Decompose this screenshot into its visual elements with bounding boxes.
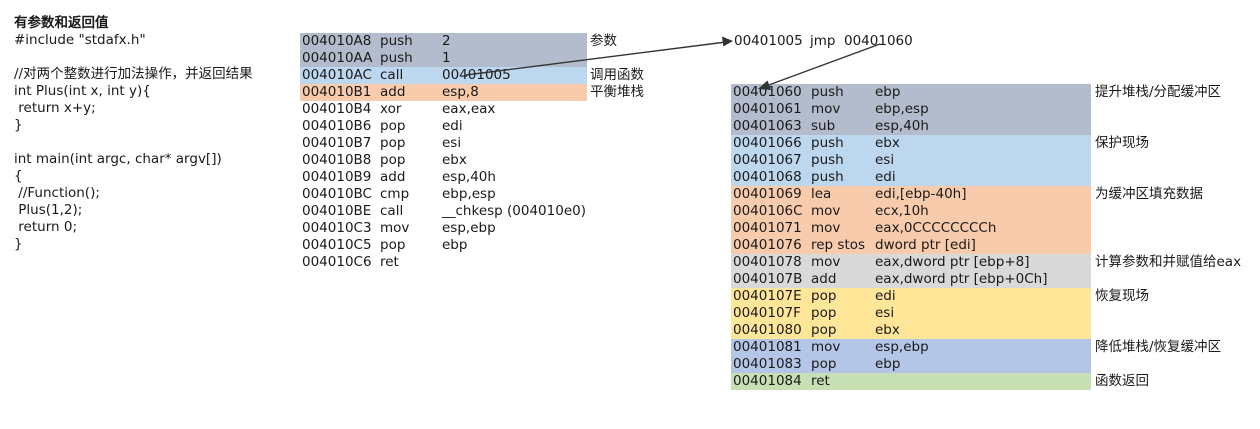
call-to-jmp-arrowhead — [722, 36, 733, 47]
jmp-to-function-arrow — [765, 43, 881, 87]
flow-arrows — [465, 36, 881, 90]
call-to-jmp-arrow — [465, 41, 727, 76]
jmp-to-function-arrowhead — [758, 80, 771, 90]
